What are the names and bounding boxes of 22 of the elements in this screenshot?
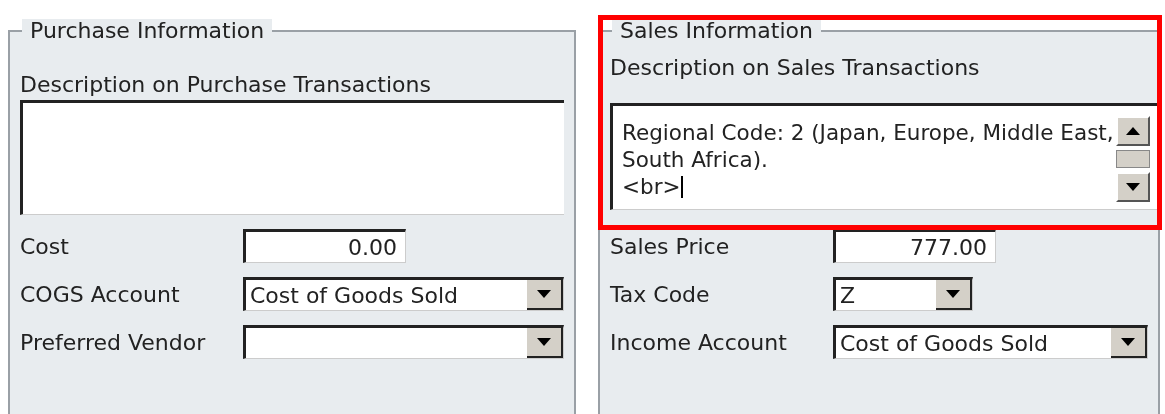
description-field[interactable] bbox=[20, 100, 564, 215]
dropdown-field[interactable]: Z bbox=[833, 277, 973, 311]
text-cursor bbox=[680, 176, 683, 198]
dropdown-field[interactable] bbox=[243, 325, 564, 359]
scroll-up-button[interactable] bbox=[1116, 116, 1150, 146]
field-label: Description on Purchase Transactions bbox=[20, 71, 431, 99]
dropdown-field[interactable]: Cost of Goods Sold bbox=[833, 325, 1148, 359]
field-label: COGS Account bbox=[20, 281, 181, 307]
scroll-thumb[interactable] bbox=[1116, 150, 1150, 168]
input-field[interactable]: 0.00 bbox=[243, 229, 406, 263]
field-label: Tax Code bbox=[610, 281, 711, 307]
down-arrow-icon bbox=[1126, 183, 1140, 191]
field-label: Preferred Vendor bbox=[20, 329, 207, 355]
field-label: Sales Price bbox=[610, 233, 731, 259]
up-arrow-icon bbox=[1126, 127, 1140, 135]
description-field[interactable]: Regional Code: 2 (Japan, Europe, Middle East, South Africa). <br> bbox=[610, 103, 1158, 210]
field-label: Description on Sales Transactions bbox=[610, 54, 980, 82]
scroll-down-button[interactable] bbox=[1116, 172, 1150, 202]
field-label: Income Account bbox=[610, 329, 788, 355]
dropdown-field[interactable]: Cost of Goods Sold bbox=[243, 277, 564, 311]
field-label: Cost bbox=[20, 233, 70, 259]
input-field[interactable]: 777.00 bbox=[833, 229, 996, 263]
